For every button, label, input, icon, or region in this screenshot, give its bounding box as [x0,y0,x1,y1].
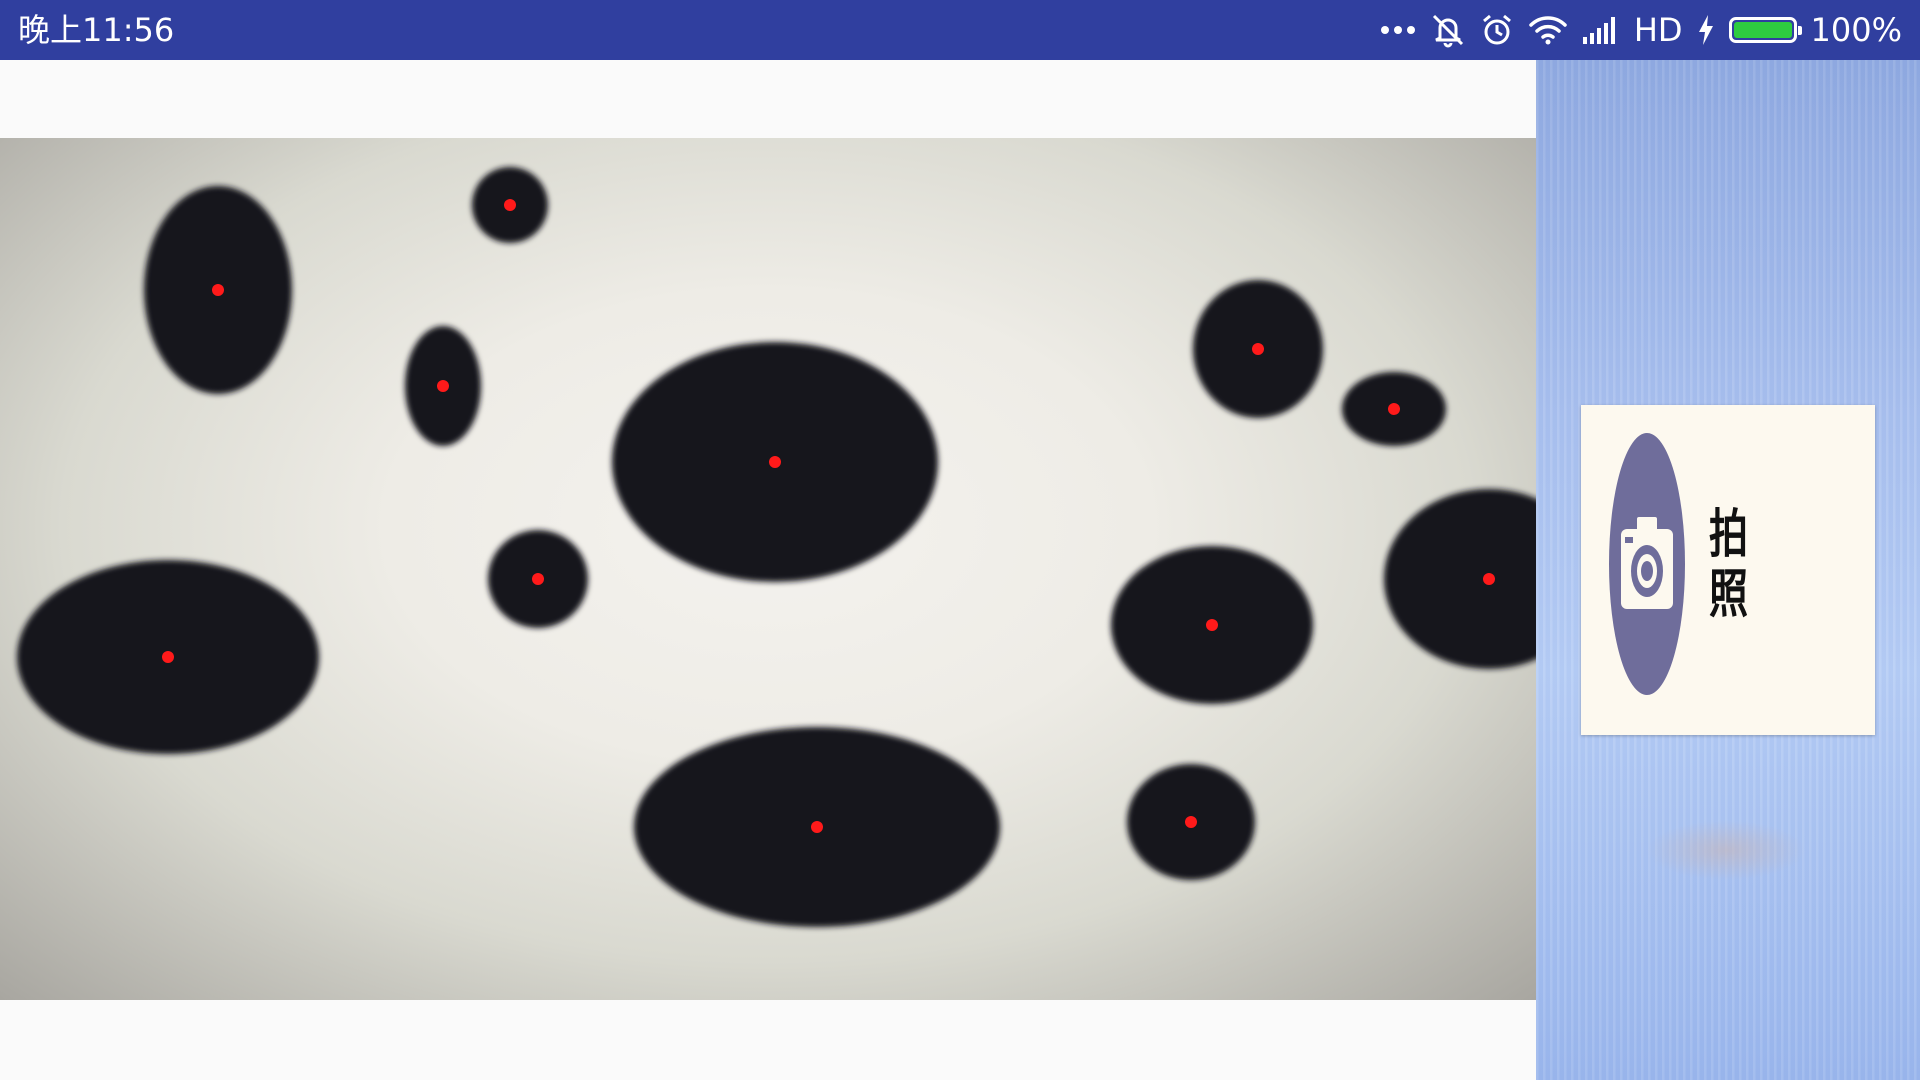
charging-bolt-icon [1697,14,1715,46]
blob-center-marker [437,380,449,392]
side-panel: 拍照 [1536,60,1920,1080]
more-dots-icon [1380,24,1416,36]
blob-center-marker [1483,573,1495,585]
alarm-icon [1480,13,1514,47]
wifi-icon [1528,14,1568,46]
battery-level-fill [1733,22,1792,38]
detected-blob [1384,489,1536,669]
notifications-off-icon [1430,12,1466,48]
blob-center-marker [1185,816,1197,828]
preview-bottom-padding [0,1000,1536,1080]
blob-center-marker [212,284,224,296]
camera-icon-disc [1609,433,1685,695]
camera-icon [1621,517,1673,609]
status-bar: 晚上11:56 HD 100% [0,0,1920,60]
blob-center-marker [1388,403,1400,415]
camera-preview-canvas [17,167,1536,927]
blob-center-marker [162,651,174,663]
blob-center-marker [811,821,823,833]
blob-center-marker [1252,343,1264,355]
network-type-label: HD [1633,11,1683,49]
blob-center-marker [504,199,516,211]
blob-center-marker [532,573,544,585]
camera-preview [0,138,1536,1000]
battery-percent: 100% [1810,11,1902,49]
signal-icon [1582,15,1620,45]
status-time: 晚上11:56 [18,11,175,49]
capture-button[interactable]: 拍照 [1581,405,1875,735]
preview-top-padding [0,60,1536,138]
blob-center-marker [769,456,781,468]
battery-icon [1728,17,1802,43]
side-panel-reflection [1646,820,1806,880]
capture-button-label: 拍照 [1709,505,1750,625]
status-icons: HD 100% [1380,0,1902,60]
blob-center-marker [1206,619,1218,631]
